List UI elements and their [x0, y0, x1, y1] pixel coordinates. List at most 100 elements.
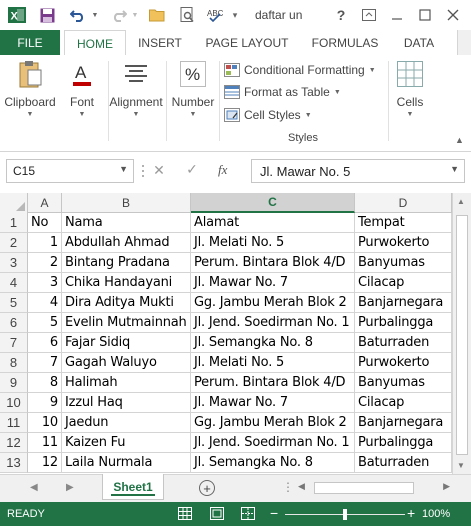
- redo-dropdown-icon[interactable]: ▼: [130, 4, 140, 26]
- cell-c4[interactable]: Jl. Mawar No. 7: [191, 273, 355, 293]
- cell-a11[interactable]: 10: [28, 413, 62, 433]
- column-header-b[interactable]: B: [62, 193, 191, 213]
- collapse-ribbon-icon[interactable]: ▲: [455, 135, 464, 145]
- scroll-down-icon[interactable]: ▼: [457, 461, 465, 470]
- cell-b12[interactable]: Kaizen Fu: [62, 433, 191, 453]
- cell-d10[interactable]: Cilacap: [355, 393, 452, 413]
- tab-insert[interactable]: INSERT: [130, 30, 190, 55]
- vertical-scroll-thumb[interactable]: [456, 215, 468, 455]
- clipboard-button[interactable]: Clipboard ▼: [4, 58, 56, 124]
- scroll-left-icon[interactable]: ◀: [298, 481, 305, 492]
- cell-styles-button[interactable]: Cell Styles ▼: [224, 105, 312, 125]
- scroll-up-icon[interactable]: ▲: [457, 197, 465, 206]
- cell-a3[interactable]: 2: [28, 253, 62, 273]
- cell-b6[interactable]: Evelin Mutmainnah: [62, 313, 191, 333]
- tab-home[interactable]: HOME: [64, 30, 126, 56]
- zoom-in-icon[interactable]: +: [407, 505, 415, 521]
- cell-c5[interactable]: Gg. Jambu Merah Blok 2: [191, 293, 355, 313]
- alignment-button[interactable]: Alignment ▼: [108, 58, 164, 124]
- cell-d11[interactable]: Banjarnegara: [355, 413, 452, 433]
- tab-overflow-scroll[interactable]: [457, 30, 471, 55]
- cancel-icon[interactable]: ✕: [150, 162, 168, 179]
- horizontal-scroll-thumb[interactable]: [314, 482, 414, 494]
- row-header[interactable]: 3: [0, 253, 28, 273]
- sheet-next-icon[interactable]: ▶: [66, 482, 74, 493]
- minimize-icon[interactable]: [386, 4, 408, 26]
- cell-d9[interactable]: Banyumas: [355, 373, 452, 393]
- number-button[interactable]: % Number ▼: [168, 58, 218, 124]
- row-header[interactable]: 6: [0, 313, 28, 333]
- cells-button[interactable]: Cells ▼: [392, 58, 428, 124]
- scroll-right-icon[interactable]: ▶: [443, 481, 450, 492]
- print-preview-icon[interactable]: [176, 4, 198, 26]
- cell-c10[interactable]: Jl. Mawar No. 7: [191, 393, 355, 413]
- ribbon-display-icon[interactable]: [358, 4, 380, 26]
- cell-a4[interactable]: 3: [28, 273, 62, 293]
- cell-d2[interactable]: Purwokerto: [355, 233, 452, 253]
- cell-a13[interactable]: 12: [28, 453, 62, 473]
- insert-function-icon[interactable]: fx: [218, 162, 227, 178]
- row-header[interactable]: 9: [0, 373, 28, 393]
- cell-a6[interactable]: 5: [28, 313, 62, 333]
- format-as-table-button[interactable]: Format as Table ▼: [224, 82, 341, 102]
- column-header-c[interactable]: C: [191, 193, 355, 213]
- row-header[interactable]: 13: [0, 453, 28, 473]
- cell-c1[interactable]: Alamat: [191, 213, 355, 233]
- cell-d1[interactable]: Tempat: [355, 213, 452, 233]
- formula-bar-grip-icon[interactable]: [141, 164, 145, 178]
- row-header[interactable]: 4: [0, 273, 28, 293]
- cell-b1[interactable]: Nama: [62, 213, 191, 233]
- name-box-dropdown-icon[interactable]: ▼: [119, 164, 128, 174]
- cell-a2[interactable]: 1: [28, 233, 62, 253]
- cell-a1[interactable]: No: [28, 213, 62, 233]
- cell-b5[interactable]: Dira Aditya Mukti: [62, 293, 191, 313]
- cell-c6[interactable]: Jl. Jend. Soedirman No. 1: [191, 313, 355, 333]
- font-button[interactable]: A Font ▼: [62, 58, 102, 124]
- undo-icon[interactable]: [66, 4, 90, 26]
- select-all-button[interactable]: [0, 193, 28, 213]
- row-header[interactable]: 1: [0, 213, 28, 233]
- cell-d7[interactable]: Baturraden: [355, 333, 452, 353]
- cell-a5[interactable]: 4: [28, 293, 62, 313]
- cell-b2[interactable]: Abdullah Ahmad: [62, 233, 191, 253]
- tab-split-icon[interactable]: ⋮: [282, 480, 294, 494]
- cell-c2[interactable]: Jl. Melati No. 5: [191, 233, 355, 253]
- cell-c11[interactable]: Gg. Jambu Merah Blok 2: [191, 413, 355, 433]
- zoom-level[interactable]: 100%: [422, 508, 450, 520]
- horizontal-scrollbar[interactable]: ◀ ▶: [298, 481, 450, 495]
- cell-c13[interactable]: Jl. Semangka No. 8: [191, 453, 355, 473]
- cell-d3[interactable]: Banyumas: [355, 253, 452, 273]
- expand-formula-bar-icon[interactable]: ▼: [450, 164, 459, 174]
- enter-icon[interactable]: ✓: [183, 161, 201, 178]
- spelling-icon[interactable]: ABC: [204, 4, 226, 26]
- close-icon[interactable]: [442, 4, 464, 26]
- page-layout-view-icon[interactable]: [210, 507, 224, 520]
- cell-b13[interactable]: Laila Nurmala: [62, 453, 191, 473]
- tab-data[interactable]: DATA: [394, 30, 444, 55]
- cell-a10[interactable]: 9: [28, 393, 62, 413]
- cell-b11[interactable]: Jaedun: [62, 413, 191, 433]
- help-icon[interactable]: ?: [330, 4, 352, 26]
- cell-a7[interactable]: 6: [28, 333, 62, 353]
- save-icon[interactable]: [36, 4, 58, 26]
- row-header[interactable]: 8: [0, 353, 28, 373]
- row-header[interactable]: 10: [0, 393, 28, 413]
- tab-page-layout[interactable]: PAGE LAYOUT: [198, 30, 296, 55]
- zoom-out-icon[interactable]: −: [270, 505, 278, 521]
- vertical-scrollbar[interactable]: ▲ ▼: [452, 193, 471, 474]
- cell-b10[interactable]: Izzul Haq: [62, 393, 191, 413]
- cell-c12[interactable]: Jl. Jend. Soedirman No. 1: [191, 433, 355, 453]
- cell-d4[interactable]: Cilacap: [355, 273, 452, 293]
- excel-logo-icon[interactable]: X: [6, 4, 28, 26]
- cell-b3[interactable]: Bintang Pradana: [62, 253, 191, 273]
- name-box[interactable]: C15 ▼: [6, 159, 134, 183]
- row-header[interactable]: 2: [0, 233, 28, 253]
- formula-input[interactable]: Jl. Mawar No. 5 ▼: [251, 159, 465, 183]
- cell-a12[interactable]: 11: [28, 433, 62, 453]
- row-header[interactable]: 7: [0, 333, 28, 353]
- maximize-icon[interactable]: [414, 4, 436, 26]
- cell-b7[interactable]: Fajar Sidiq: [62, 333, 191, 353]
- cell-d8[interactable]: Purwokerto: [355, 353, 452, 373]
- normal-view-icon[interactable]: [178, 507, 192, 520]
- conditional-formatting-button[interactable]: Conditional Formatting ▼: [224, 60, 376, 80]
